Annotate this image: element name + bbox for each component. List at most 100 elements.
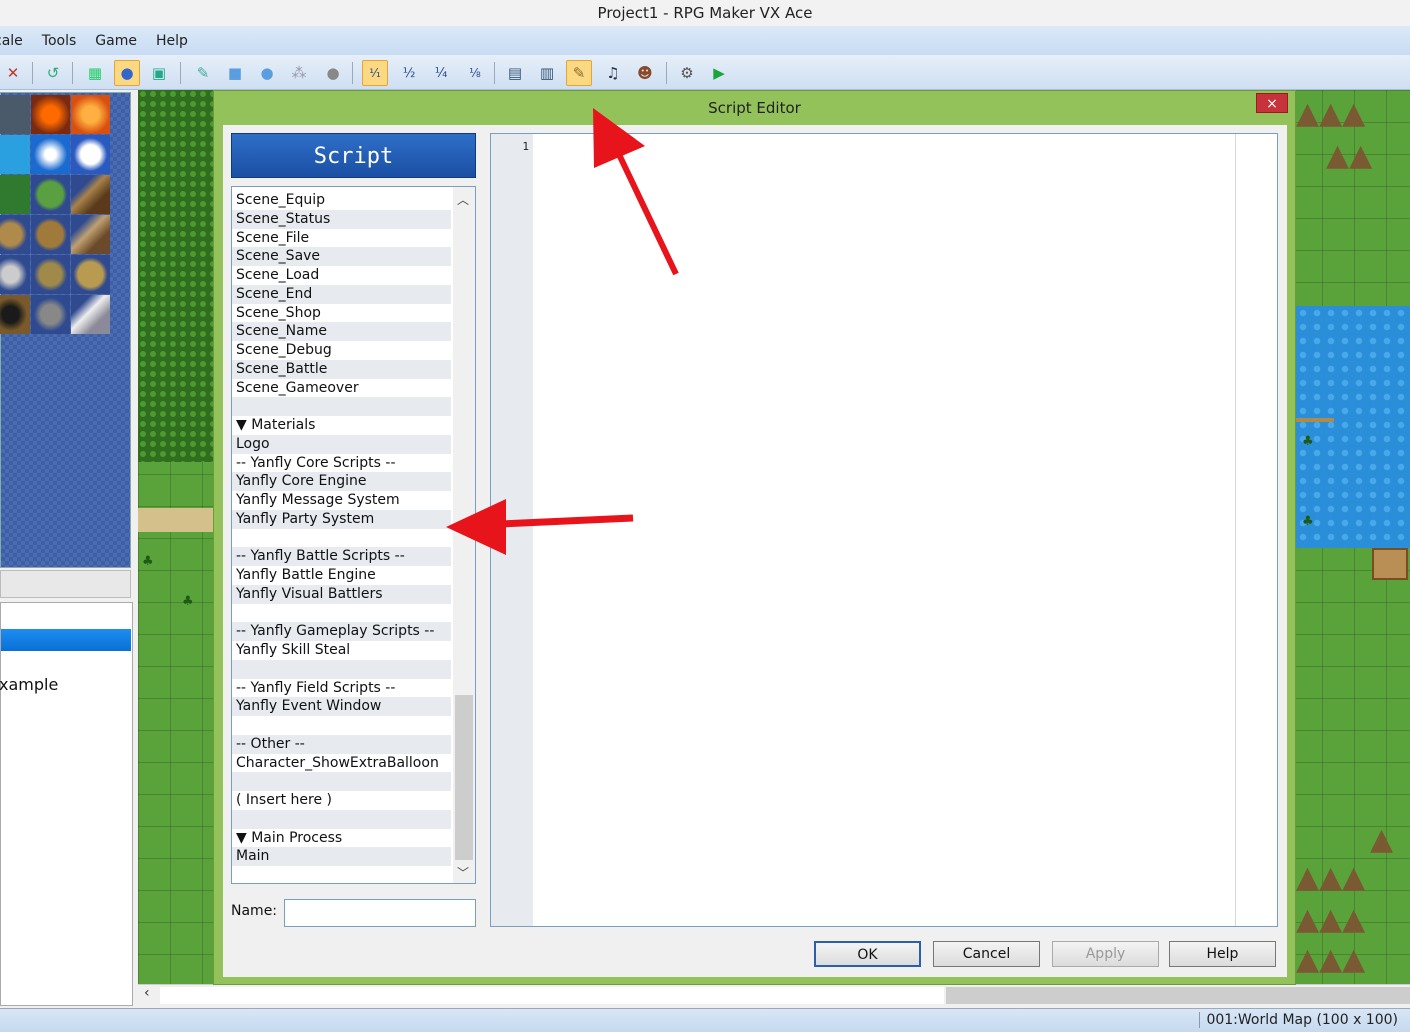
character-generator-icon[interactable]: ☻ bbox=[632, 60, 658, 86]
script-list-scrollbar[interactable]: ︿ ﹀ bbox=[453, 187, 475, 883]
script-list-item[interactable]: Scene_End bbox=[232, 284, 451, 304]
script-list-item[interactable]: Scene_File bbox=[232, 229, 451, 248]
script-list-item[interactable] bbox=[232, 397, 451, 416]
script-list-item[interactable]: Yanfly Core Engine bbox=[232, 472, 451, 491]
scrollbar-thumb[interactable] bbox=[455, 695, 473, 860]
tile[interactable] bbox=[0, 175, 30, 214]
zoom-1-2-icon[interactable]: ½ bbox=[396, 60, 422, 86]
script-list-item[interactable]: -- Other -- bbox=[232, 734, 451, 754]
script-list-item[interactable]: Scene_Name bbox=[232, 322, 451, 341]
script-list-item[interactable]: Scene_Battle bbox=[232, 359, 451, 379]
tile[interactable] bbox=[71, 255, 110, 294]
close-icon[interactable]: × bbox=[1256, 93, 1288, 113]
play-icon[interactable]: ▶ bbox=[706, 60, 732, 86]
script-editor-icon[interactable]: ✎ bbox=[566, 60, 592, 86]
scroll-left-icon[interactable]: ‹ bbox=[144, 985, 150, 1001]
tile[interactable] bbox=[0, 95, 30, 134]
zoom-1-4-icon[interactable]: ¼ bbox=[428, 60, 454, 86]
script-list-item[interactable]: Yanfly Event Window bbox=[232, 697, 451, 716]
tile[interactable] bbox=[0, 215, 30, 254]
database-icon[interactable]: ▤ bbox=[502, 60, 528, 86]
script-list-item[interactable]: Scene_Status bbox=[232, 209, 451, 229]
menu-scale[interactable]: cale bbox=[0, 33, 23, 49]
script-list-item[interactable] bbox=[232, 604, 451, 623]
gear-icon[interactable]: ⚙ bbox=[674, 60, 700, 86]
code-editor[interactable]: 1 bbox=[490, 133, 1278, 927]
script-list-item[interactable]: Main bbox=[232, 847, 451, 866]
script-list-item[interactable] bbox=[232, 716, 451, 735]
map-tree-item[interactable]: xample bbox=[0, 675, 58, 694]
region-mode-icon[interactable]: ▣ bbox=[146, 60, 172, 86]
script-list-item[interactable]: -- Yanfly Gameplay Scripts -- bbox=[232, 622, 451, 641]
tile[interactable] bbox=[0, 135, 30, 174]
menu-game[interactable]: Game bbox=[95, 33, 137, 49]
tile[interactable] bbox=[31, 175, 70, 214]
script-list-item[interactable]: Scene_Debug bbox=[232, 341, 451, 360]
scrollbar-thumb[interactable] bbox=[946, 987, 1410, 1004]
tile[interactable] bbox=[71, 95, 110, 134]
script-list-item[interactable]: Scene_Equip bbox=[232, 191, 451, 210]
tile[interactable] bbox=[71, 175, 110, 214]
script-list-item[interactable]: ▼ Main Process bbox=[232, 829, 451, 848]
tile-palette[interactable] bbox=[0, 92, 131, 568]
script-list-item[interactable]: ( Insert here ) bbox=[232, 791, 451, 810]
tile[interactable] bbox=[71, 295, 110, 334]
scrollbar-track[interactable] bbox=[160, 987, 944, 1004]
undo-icon[interactable]: ↺ bbox=[40, 60, 66, 86]
script-list-item[interactable]: -- Yanfly Core Scripts -- bbox=[232, 454, 451, 473]
script-list-item[interactable] bbox=[232, 659, 451, 679]
tile[interactable] bbox=[31, 95, 70, 134]
tile-palette-scrollbar[interactable] bbox=[0, 570, 131, 598]
ellipse-icon[interactable]: ● bbox=[254, 60, 280, 86]
tile[interactable] bbox=[0, 295, 30, 334]
tile[interactable] bbox=[31, 215, 70, 254]
cancel-button[interactable]: Cancel bbox=[933, 941, 1040, 967]
script-list-item[interactable] bbox=[232, 772, 451, 791]
script-list-item[interactable]: Yanfly Battle Engine bbox=[232, 566, 451, 585]
script-list-item[interactable]: Scene_Shop bbox=[232, 304, 451, 323]
script-name-input[interactable] bbox=[284, 899, 476, 927]
script-list-item[interactable]: Yanfly Visual Battlers bbox=[232, 584, 451, 604]
menu-help[interactable]: Help bbox=[156, 33, 188, 49]
tile[interactable] bbox=[0, 255, 30, 294]
pencil-icon[interactable]: ✎ bbox=[190, 60, 216, 86]
ok-button[interactable]: OK bbox=[814, 941, 921, 967]
script-list-item[interactable]: Scene_Gameover bbox=[232, 379, 451, 398]
chevron-up-icon[interactable]: ︿ bbox=[457, 191, 469, 208]
script-editor-dialog: Script Editor × Script Scene_Equip Scene_… bbox=[213, 90, 1296, 985]
zoom-1-8-icon[interactable]: ⅛ bbox=[462, 60, 488, 86]
script-list-item[interactable]: -- Yanfly Battle Scripts -- bbox=[232, 547, 451, 566]
sound-test-icon[interactable]: ♫ bbox=[600, 60, 626, 86]
script-list-item[interactable]: Scene_Save bbox=[232, 247, 451, 266]
map-tree-selected-row[interactable] bbox=[1, 629, 131, 651]
map-horizontal-scrollbar[interactable]: ‹ bbox=[138, 984, 1410, 1006]
map-mode-icon[interactable]: ▦ bbox=[82, 60, 108, 86]
tile[interactable] bbox=[31, 295, 70, 334]
menu-tools[interactable]: Tools bbox=[42, 33, 77, 49]
help-button[interactable]: Help bbox=[1169, 941, 1276, 967]
shadow-pen-icon[interactable]: ● bbox=[320, 60, 346, 86]
script-list[interactable]: Scene_Equip Scene_Status Scene_File Scene_S… bbox=[231, 186, 476, 884]
resource-manager-icon[interactable]: ▥ bbox=[534, 60, 560, 86]
apply-button[interactable]: Apply bbox=[1052, 941, 1159, 967]
script-list-item[interactable] bbox=[232, 809, 451, 829]
script-list-item[interactable] bbox=[232, 529, 451, 548]
script-list-item[interactable]: ▼ Materials bbox=[232, 416, 451, 435]
script-list-item[interactable]: Yanfly Message System bbox=[232, 491, 451, 510]
script-list-item[interactable]: Scene_Load bbox=[232, 266, 451, 285]
chevron-down-icon[interactable]: ﹀ bbox=[457, 864, 469, 881]
tile[interactable] bbox=[71, 215, 110, 254]
script-list-item[interactable]: Logo bbox=[232, 434, 451, 454]
tile[interactable] bbox=[31, 255, 70, 294]
event-mode-icon[interactable]: ● bbox=[114, 60, 140, 86]
script-list-item[interactable]: Yanfly Party System bbox=[232, 509, 451, 529]
rectangle-icon[interactable]: ■ bbox=[222, 60, 248, 86]
tile[interactable] bbox=[31, 135, 70, 174]
script-list-item[interactable]: -- Yanfly Field Scripts -- bbox=[232, 679, 451, 698]
fill-icon[interactable]: ⁂ bbox=[286, 60, 312, 86]
delete-icon[interactable]: ✕ bbox=[0, 60, 26, 86]
script-list-item[interactable]: Yanfly Skill Steal bbox=[232, 641, 451, 660]
zoom-1-1-icon[interactable]: ¹⁄₁ bbox=[362, 60, 388, 86]
script-list-item[interactable]: Character_ShowExtraBalloon bbox=[232, 754, 451, 773]
tile[interactable] bbox=[71, 135, 110, 174]
